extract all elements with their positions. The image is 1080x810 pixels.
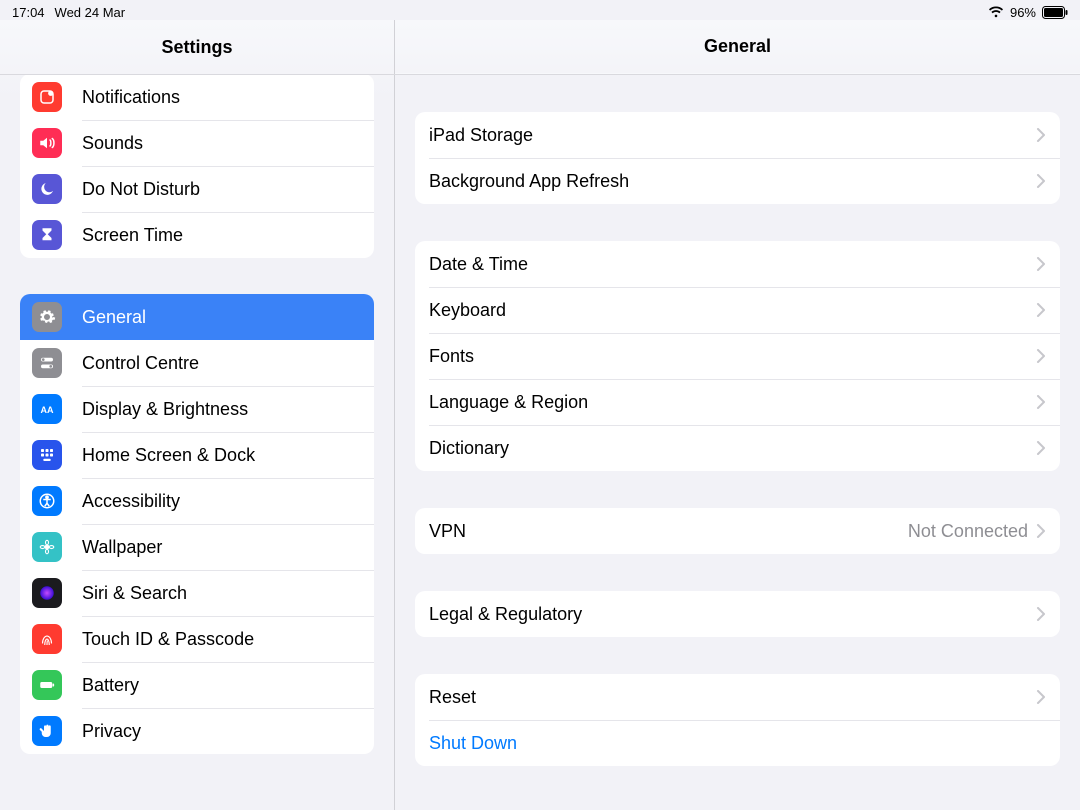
content-row-label: Background App Refresh (429, 171, 1036, 192)
sidebar-item-label: Screen Time (82, 225, 183, 246)
wifi-icon (988, 6, 1004, 18)
sidebar-item-label: Privacy (82, 721, 141, 742)
sidebar: Settings Notifications Sounds Do Not Distu… (0, 20, 395, 810)
chevron-right-icon (1036, 128, 1046, 142)
sidebar-item-sounds[interactable]: Sounds (20, 120, 374, 166)
sidebar-item-homescreen[interactable]: Home Screen & Dock (20, 432, 374, 478)
sidebar-item-accessibility[interactable]: Accessibility (20, 478, 374, 524)
chevron-right-icon (1036, 441, 1046, 455)
chevron-right-icon (1036, 174, 1046, 188)
sidebar-item-screentime[interactable]: Screen Time (20, 212, 374, 258)
content-row-label: VPN (429, 521, 908, 542)
sidebar-item-label: Control Centre (82, 353, 199, 374)
sidebar-item-battery[interactable]: Battery (20, 662, 374, 708)
sidebar-item-touchid[interactable]: Touch ID & Passcode (20, 616, 374, 662)
statusbar-date: Wed 24 Mar (55, 5, 126, 20)
content-title: General (395, 20, 1080, 74)
content-row-label: Date & Time (429, 254, 1036, 275)
sidebar-item-label: Do Not Disturb (82, 179, 200, 200)
sidebar-item-label: Sounds (82, 133, 143, 154)
screentime-icon (32, 220, 62, 250)
chevron-right-icon (1036, 349, 1046, 363)
sidebar-item-label: Wallpaper (82, 537, 162, 558)
accessibility-icon (32, 486, 62, 516)
content-row-langregion[interactable]: Language & Region (415, 379, 1060, 425)
content-row-dictionary[interactable]: Dictionary (415, 425, 1060, 471)
content-row-datetime[interactable]: Date & Time (415, 241, 1060, 287)
content-row-legal[interactable]: Legal & Regulatory (415, 591, 1060, 637)
statusbar: 17:04 Wed 24 Mar 96% (0, 0, 1080, 22)
chevron-right-icon (1036, 690, 1046, 704)
content-row-storage[interactable]: iPad Storage (415, 112, 1060, 158)
touchid-icon (32, 624, 62, 654)
content-row-label: iPad Storage (429, 125, 1036, 146)
content-row-reset[interactable]: Reset (415, 674, 1060, 720)
sidebar-item-siri[interactable]: Siri & Search (20, 570, 374, 616)
display-icon: AA (32, 394, 62, 424)
sounds-icon (32, 128, 62, 158)
general-icon (32, 302, 62, 332)
content-row-bgrefresh[interactable]: Background App Refresh (415, 158, 1060, 204)
chevron-right-icon (1036, 303, 1046, 317)
statusbar-battery-percent: 96% (1010, 5, 1036, 20)
sidebar-item-label: Display & Brightness (82, 399, 248, 420)
sidebar-item-label: General (82, 307, 146, 328)
chevron-right-icon (1036, 395, 1046, 409)
siri-icon (32, 578, 62, 608)
content-row-label: Shut Down (429, 733, 1046, 754)
sidebar-item-wallpaper[interactable]: Wallpaper (20, 524, 374, 570)
sidebar-item-privacy[interactable]: Privacy (20, 708, 374, 754)
battery-icon (1042, 6, 1068, 19)
sidebar-item-label: Siri & Search (82, 583, 187, 604)
notifications-icon (32, 82, 62, 112)
sidebar-item-display[interactable]: AA Display & Brightness (20, 386, 374, 432)
controlcentre-icon (32, 348, 62, 378)
sidebar-item-label: Home Screen & Dock (82, 445, 255, 466)
chevron-right-icon (1036, 257, 1046, 271)
header-divider (0, 74, 1080, 75)
statusbar-time: 17:04 (12, 5, 45, 20)
content-row-fonts[interactable]: Fonts (415, 333, 1060, 379)
sidebar-item-label: Touch ID & Passcode (82, 629, 254, 650)
content-row-value: Not Connected (908, 521, 1028, 542)
content-row-label: Fonts (429, 346, 1036, 367)
battery-icon (32, 670, 62, 700)
sidebar-item-controlcentre[interactable]: Control Centre (20, 340, 374, 386)
wallpaper-icon (32, 532, 62, 562)
sidebar-item-notifications[interactable]: Notifications (20, 74, 374, 120)
sidebar-title: Settings (0, 20, 394, 74)
sidebar-item-label: Notifications (82, 87, 180, 108)
sidebar-item-dnd[interactable]: Do Not Disturb (20, 166, 374, 212)
privacy-icon (32, 716, 62, 746)
content-row-label: Keyboard (429, 300, 1036, 321)
svg-text:AA: AA (41, 405, 54, 415)
content-row-label: Reset (429, 687, 1036, 708)
content-row-keyboard[interactable]: Keyboard (415, 287, 1060, 333)
content-row-shutdown[interactable]: Shut Down (415, 720, 1060, 766)
homescreen-icon (32, 440, 62, 470)
dnd-icon (32, 174, 62, 204)
chevron-right-icon (1036, 524, 1046, 538)
content-pane: General iPad Storage Background App Refre… (395, 20, 1080, 810)
content-row-label: Legal & Regulatory (429, 604, 1036, 625)
content-row-vpn[interactable]: VPNNot Connected (415, 508, 1060, 554)
content-row-label: Language & Region (429, 392, 1036, 413)
chevron-right-icon (1036, 607, 1046, 621)
sidebar-item-general[interactable]: General (20, 294, 374, 340)
sidebar-item-label: Battery (82, 675, 139, 696)
content-row-label: Dictionary (429, 438, 1036, 459)
sidebar-item-label: Accessibility (82, 491, 180, 512)
